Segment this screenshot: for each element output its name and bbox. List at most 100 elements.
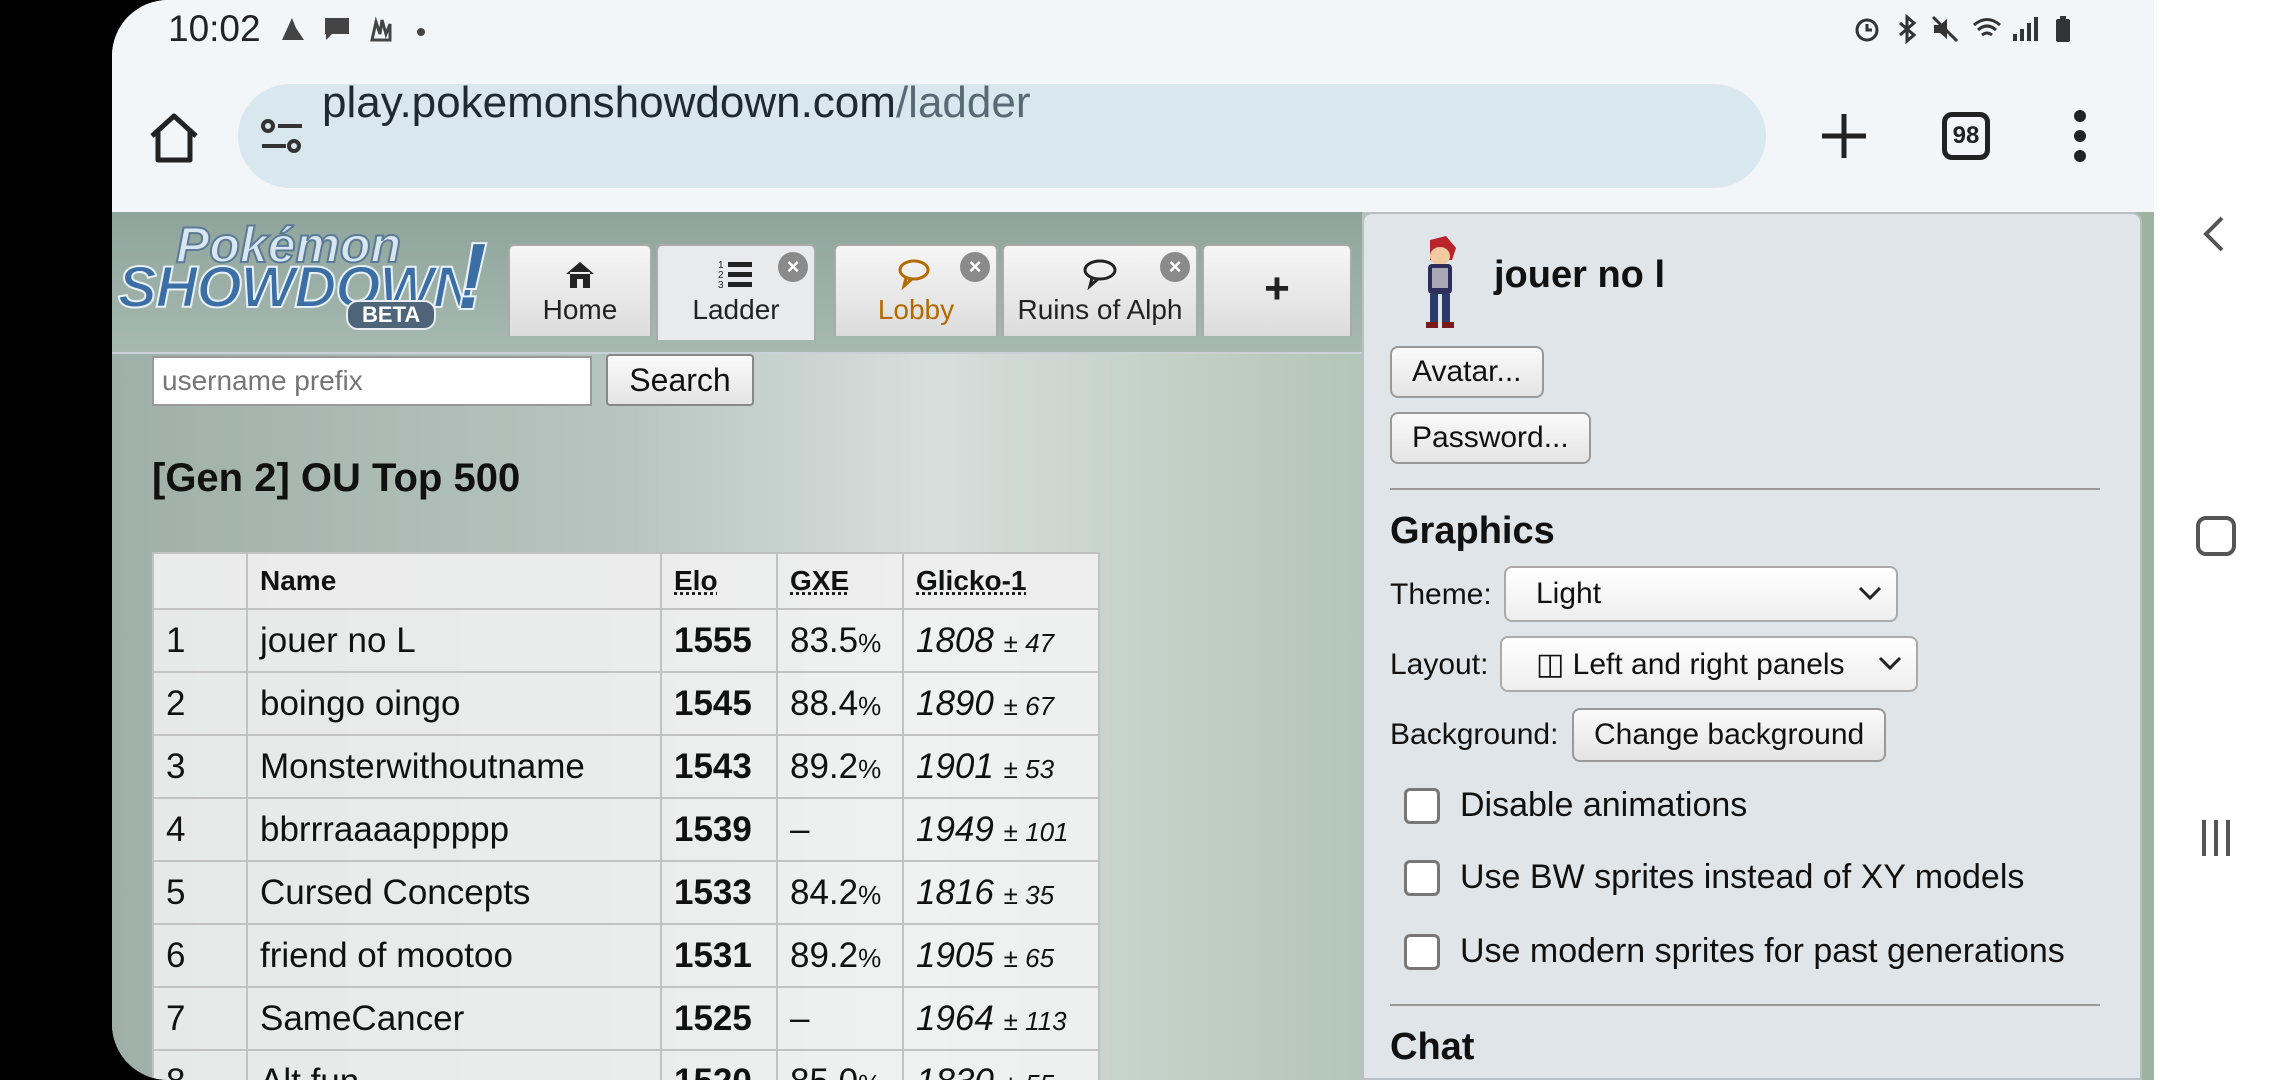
trainer-avatar[interactable] (1416, 234, 1464, 334)
more-notifications-dot-icon (417, 28, 425, 36)
player-name-link[interactable]: Cursed Concepts (246, 860, 662, 925)
theme-select[interactable]: Light (1504, 566, 1898, 622)
tab-ladder[interactable]: 123 Ladder × (656, 244, 816, 340)
elo-cell: 1539 (660, 797, 778, 862)
col-elo-header[interactable]: Elo (660, 552, 778, 610)
rank-cell: 4 (152, 797, 248, 862)
android-nav-bar (2154, 0, 2280, 1080)
home-icon[interactable] (146, 110, 202, 166)
table-row: 1 jouer no L 1555 83.5% 1808 ± 47 (152, 608, 1100, 673)
chat-bubble-icon (1083, 259, 1117, 290)
col-glicko-header[interactable]: Glicko-1 (902, 552, 1100, 610)
glicko-cell: 1964 ± 113 (902, 986, 1100, 1051)
col-gxe-header[interactable]: GXE (776, 552, 904, 610)
alarm-icon (1855, 18, 1879, 42)
tab-label: Home (542, 294, 618, 325)
disable-animations-checkbox[interactable] (1404, 788, 1440, 824)
glicko-value: 1949 (916, 809, 994, 849)
player-name-link[interactable]: Alt fun (246, 1049, 662, 1080)
url-path: /ladder (895, 78, 1031, 127)
chevron-down-icon (1858, 586, 1882, 601)
checkbox-label: Use BW sprites instead of XY models (1460, 858, 2025, 896)
gxe-cell: 85.0% (776, 1049, 904, 1080)
ladder-list-icon: 123 (718, 260, 752, 290)
change-background-button[interactable]: Change background (1572, 708, 1887, 762)
site-settings-icon[interactable] (260, 116, 304, 156)
glicko-cell: 1890 ± 67 (902, 671, 1100, 736)
layout-label: Layout: (1390, 648, 1489, 681)
table-row: 4 bbrrraaaappppp 1539– 1949 ± 101 (152, 797, 1100, 862)
glicko-deviation: ± 65 (1003, 942, 1055, 973)
gxe-value: 88.4 (790, 683, 859, 723)
chat-heading: Chat (1390, 1026, 1475, 1068)
tab-ruins-of-alph[interactable]: Ruins of Alph × (1002, 244, 1198, 336)
gxe-value: – (790, 998, 810, 1038)
modern-sprites-checkbox[interactable] (1404, 934, 1440, 970)
status-bar: 10:02 (112, 0, 2154, 62)
glicko-value: 1901 (916, 746, 994, 786)
password-button[interactable]: Password... (1390, 412, 1591, 464)
avatar-button[interactable]: Avatar... (1390, 346, 1544, 398)
more-options-icon[interactable] (2072, 108, 2088, 164)
close-tab-icon[interactable]: × (1160, 252, 1190, 282)
new-tab-icon[interactable] (1812, 104, 1876, 168)
username-search-input[interactable] (152, 356, 592, 406)
search-button[interactable]: Search (606, 354, 754, 406)
message-icon (325, 18, 349, 40)
tab-lobby[interactable]: Lobby × (834, 244, 998, 336)
gxe-cell: – (776, 986, 904, 1051)
table-row: 2 boingo oingo 1545 88.4% 1890 ± 67 (152, 671, 1100, 736)
glicko-value: 1890 (916, 683, 994, 723)
bluetooth-icon (1899, 14, 1917, 44)
glicko-cell: 1816 ± 35 (902, 860, 1100, 925)
glicko-deviation: ± 55 (1004, 1069, 1054, 1080)
svg-text:3: 3 (718, 280, 724, 290)
tab-label: Ruins of Alph (1017, 294, 1183, 325)
col-name-header: Name (246, 552, 662, 610)
elo-cell: 1520 (660, 1049, 778, 1080)
showdown-header: Pokémon SHOWDOWN BETA ! Home 123 Ladder … (112, 212, 1362, 354)
ladder-title: [Gen 2] OU Top 500 (152, 456, 521, 500)
table-row: 5 Cursed Concepts 1533 84.2% 1816 ± 35 (152, 860, 1100, 925)
glicko-deviation: ± 67 (1003, 690, 1055, 721)
elo-cell: 1555 (660, 608, 778, 673)
gxe-unit: % (858, 1069, 881, 1080)
web-page: Pokémon SHOWDOWN BETA ! Home 123 Ladder … (112, 212, 2154, 1080)
bw-sprites-checkbox[interactable] (1404, 860, 1440, 896)
gxe-value: 89.2 (790, 746, 859, 786)
home-square-icon[interactable] (2194, 514, 2238, 558)
player-name-link[interactable]: SameCancer (246, 986, 662, 1051)
player-name-link[interactable]: bbrrraaaappppp (246, 797, 662, 862)
player-name-link[interactable]: boingo oingo (246, 671, 662, 736)
rank-cell: 6 (152, 923, 248, 988)
options-panel: jouer no l Avatar... Password... Graphic… (1362, 212, 2142, 1080)
ladder-table: Name Elo GXE Glicko-1 1 jouer no L 1555 83.… (152, 552, 1100, 1080)
layout-select[interactable]: ◫ Left and right panels (1500, 636, 1918, 692)
close-tab-icon[interactable]: × (960, 252, 990, 282)
player-name-link[interactable]: Monsterwithoutname (246, 734, 662, 799)
browser-toolbar: play.pokemonshowdown.com/ladder 98 (112, 62, 2154, 212)
background-label: Background: (1390, 718, 1559, 751)
back-chevron-icon[interactable] (2194, 212, 2238, 256)
url-text[interactable]: play.pokemonshowdown.com/ladder (322, 78, 1030, 128)
glicko-cell: 1949 ± 101 (902, 797, 1100, 862)
logo-bang: ! (455, 222, 489, 331)
elo-cell: 1525 (660, 986, 778, 1051)
player-name-link[interactable]: friend of mootoo (246, 923, 662, 988)
tab-label: Ladder (692, 294, 780, 325)
close-tab-icon[interactable]: × (778, 252, 808, 282)
tab-home[interactable]: Home (508, 244, 652, 336)
phone-screen: 10:02 play.pokemonshowdown.com/ladder 98… (112, 0, 2154, 1080)
elo-cell: 1533 (660, 860, 778, 925)
tab-switcher-button[interactable]: 98 (1942, 112, 1990, 160)
rank-cell: 8 (152, 1049, 248, 1080)
showdown-logo[interactable]: Pokémon SHOWDOWN BETA ! (117, 216, 508, 331)
recent-apps-icon[interactable] (2194, 816, 2238, 860)
gxe-unit: % (858, 753, 882, 784)
new-room-tab[interactable]: + (1202, 244, 1352, 336)
player-name-link[interactable]: jouer no L (246, 608, 662, 673)
glicko-cell: 1830 ± 55 (902, 1049, 1100, 1080)
gxe-cell: – (776, 797, 904, 862)
checkbox-label: Disable animations (1460, 786, 1748, 824)
panel-username: jouer no l (1494, 254, 1665, 296)
